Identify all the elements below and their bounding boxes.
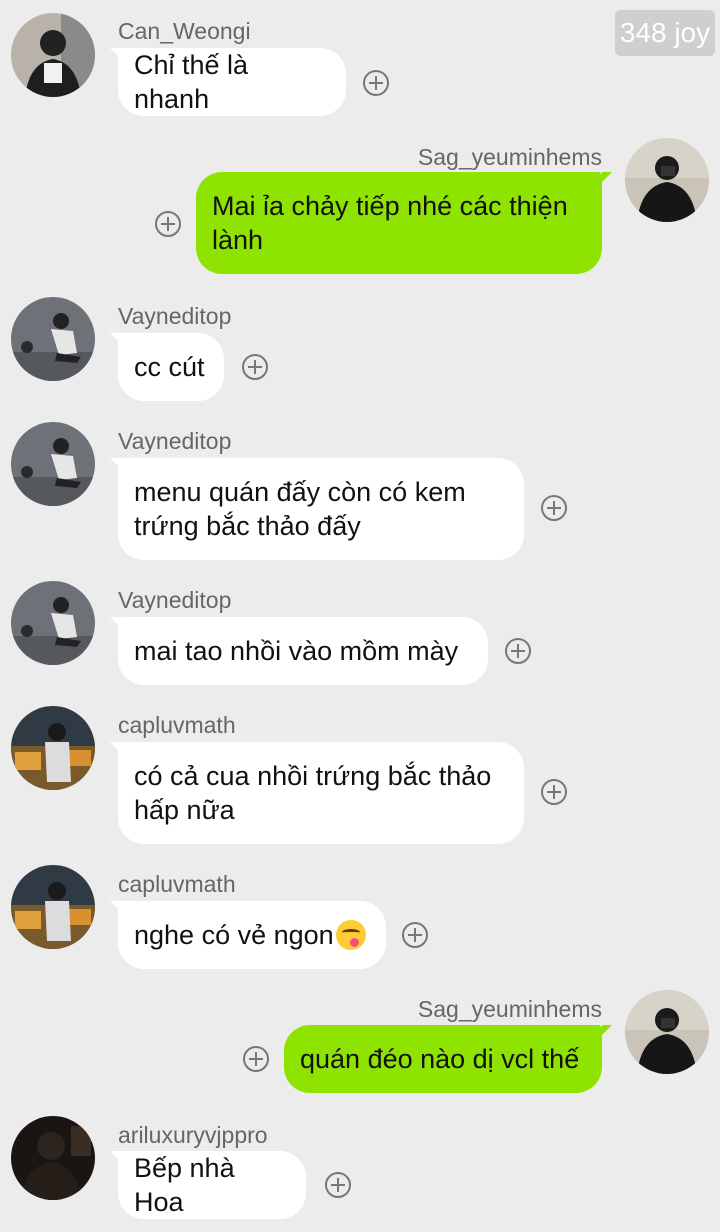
avatar-can-weongi[interactable] [11,13,95,97]
message-text: nghe có vẻ ngon [134,920,334,950]
avatar-vayneditop[interactable] [11,422,95,506]
add-reaction-button[interactable] [402,922,428,948]
avatar-sag-yeuminhems[interactable] [625,138,709,222]
message-text: quán đéo nào dị vcl thế [300,1044,580,1074]
face-savoring-food-emoji-icon [335,920,366,950]
joy-counter-badge: 348 joy [615,10,715,56]
sender-name: ariluxuryvjppro [118,1122,268,1148]
avatar-vayneditop[interactable] [11,297,95,381]
message-bubble[interactable]: Chỉ thế là nhanh [118,48,346,116]
bubble-tail [602,1025,612,1035]
message-text: mai tao nhồi vào mồm mày [134,636,459,666]
add-reaction-button[interactable] [155,211,181,237]
sender-name: Vayneditop [118,303,232,329]
avatar-sag-yeuminhems[interactable] [625,990,709,1074]
add-reaction-button[interactable] [541,495,567,521]
avatar-vayneditop[interactable] [11,581,95,665]
message-text: Chỉ thế là nhanh [134,50,249,114]
add-reaction-button[interactable] [505,638,531,664]
message-bubble[interactable]: có cả cua nhồi trứng bắc thảo hấp nữa [118,742,524,844]
avatar-capluvmath[interactable] [11,865,95,949]
bubble-tail [602,172,612,182]
sender-name: Vayneditop [118,587,232,613]
message-bubble[interactable]: Mai ỉa chảy tiếp nhé các thiện lành [196,172,602,274]
message-bubble[interactable]: mai tao nhồi vào mồm mày [118,617,488,685]
sender-name: capluvmath [118,712,236,738]
message-text: Mai ỉa chảy tiếp nhé các thiện lành [212,191,568,255]
message-text: menu quán đấy còn có kem trứng bắc thảo … [134,477,466,541]
message-bubble[interactable]: menu quán đấy còn có kem trứng bắc thảo … [118,458,524,560]
message-bubble[interactable]: nghe có vẻ ngon [118,901,386,969]
add-reaction-button[interactable] [325,1172,351,1198]
message-text: có cả cua nhồi trứng bắc thảo hấp nữa [134,761,492,825]
message-text: Bếp nhà Hoa [134,1153,235,1217]
sender-name: Vayneditop [118,428,232,454]
message-text: cc cút [134,352,205,382]
avatar-capluvmath[interactable] [11,706,95,790]
message-bubble[interactable]: quán đéo nào dị vcl thế [284,1025,602,1093]
sender-name: Sag_yeuminhems [417,144,602,170]
message-bubble[interactable]: Bếp nhà Hoa [118,1151,306,1219]
add-reaction-button[interactable] [242,354,268,380]
add-reaction-button[interactable] [243,1046,269,1072]
sender-name: Sag_yeuminhems [417,996,602,1022]
avatar-ariluxuryvjppro[interactable] [11,1116,95,1200]
message-bubble[interactable]: cc cút [118,333,224,401]
add-reaction-button[interactable] [363,70,389,96]
add-reaction-button[interactable] [541,779,567,805]
sender-name: capluvmath [118,871,236,897]
sender-name: Can_Weongi [118,18,251,44]
